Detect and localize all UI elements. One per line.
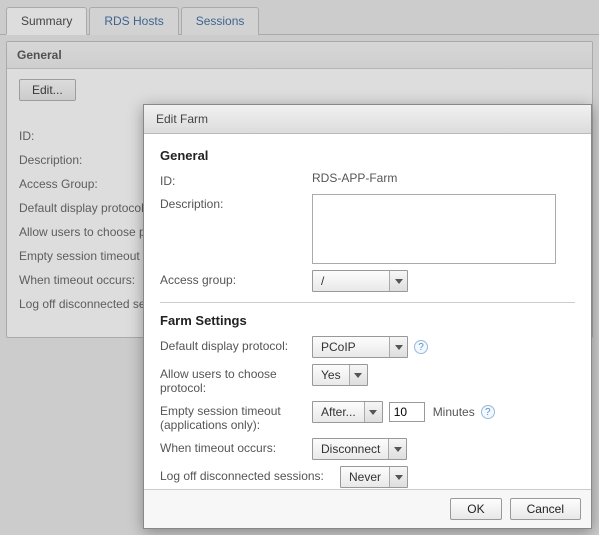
edit-button[interactable]: Edit... (19, 79, 76, 101)
access-group-select[interactable]: / (312, 270, 408, 292)
default-protocol-select[interactable]: PCoIP (312, 336, 408, 358)
section-general: General (160, 148, 575, 163)
chevron-down-icon[interactable] (389, 467, 407, 487)
chevron-down-icon[interactable] (389, 271, 407, 291)
row-when-timeout: When timeout occurs: Disconnect (160, 438, 575, 460)
row-allow-choose: Allow users to choose protocol: Yes (160, 364, 575, 395)
row-log-off: Log off disconnected sessions: Never (160, 466, 575, 488)
ok-button[interactable]: OK (450, 498, 501, 520)
dialog-title: Edit Farm (144, 105, 591, 134)
label-access-group: Access group: (160, 270, 312, 287)
row-id: ID: RDS-APP-Farm (160, 171, 575, 188)
cancel-button[interactable]: Cancel (510, 498, 581, 520)
access-group-value: / (313, 271, 389, 291)
default-protocol-value: PCoIP (313, 337, 389, 357)
row-access-group: Access group: / (160, 270, 575, 292)
description-input[interactable] (312, 194, 556, 264)
label-default-protocol: Default display protocol: (160, 336, 312, 353)
app-root: Summary RDS Hosts Sessions General Edit.… (0, 0, 599, 535)
allow-choose-select[interactable]: Yes (312, 364, 368, 386)
log-off-value: Never (341, 467, 389, 487)
label-empty-session: Empty session timeout (applications only… (160, 401, 312, 432)
label-when-timeout: When timeout occurs: (160, 438, 312, 455)
label-id: ID: (160, 171, 312, 188)
help-icon[interactable]: ? (414, 340, 428, 354)
label-allow-choose: Allow users to choose protocol: (160, 364, 312, 395)
allow-choose-value: Yes (313, 365, 349, 385)
log-off-select[interactable]: Never (340, 466, 408, 488)
help-icon[interactable]: ? (481, 405, 495, 419)
dialog-body: General ID: RDS-APP-Farm Description: Ac… (144, 134, 591, 489)
row-default-protocol: Default display protocol: PCoIP ? (160, 336, 575, 358)
when-timeout-select[interactable]: Disconnect (312, 438, 407, 460)
tab-sessions[interactable]: Sessions (181, 7, 260, 35)
chevron-down-icon[interactable] (349, 365, 367, 385)
label-log-off: Log off disconnected sessions: (160, 466, 340, 483)
empty-session-mode-value: After... (313, 402, 364, 422)
section-farm-settings: Farm Settings (160, 313, 575, 328)
row-description: Description: (160, 194, 575, 264)
chevron-down-icon[interactable] (364, 402, 382, 422)
chevron-down-icon[interactable] (389, 337, 407, 357)
when-timeout-value: Disconnect (313, 439, 388, 459)
dialog-footer: OK Cancel (144, 489, 591, 528)
tab-summary[interactable]: Summary (6, 7, 87, 35)
section-divider (160, 302, 575, 303)
row-empty-session: Empty session timeout (applications only… (160, 401, 575, 432)
empty-session-minutes-input[interactable] (389, 402, 425, 422)
minutes-unit-label: Minutes (431, 405, 475, 419)
chevron-down-icon[interactable] (388, 439, 406, 459)
general-panel-header: General (7, 42, 592, 69)
label-description: Description: (160, 194, 312, 211)
edit-farm-dialog: Edit Farm General ID: RDS-APP-Farm Descr… (143, 104, 592, 529)
value-id: RDS-APP-Farm (312, 171, 397, 185)
empty-session-mode-select[interactable]: After... (312, 401, 383, 423)
tab-bar: Summary RDS Hosts Sessions (0, 0, 599, 35)
tab-rds-hosts[interactable]: RDS Hosts (89, 7, 178, 35)
